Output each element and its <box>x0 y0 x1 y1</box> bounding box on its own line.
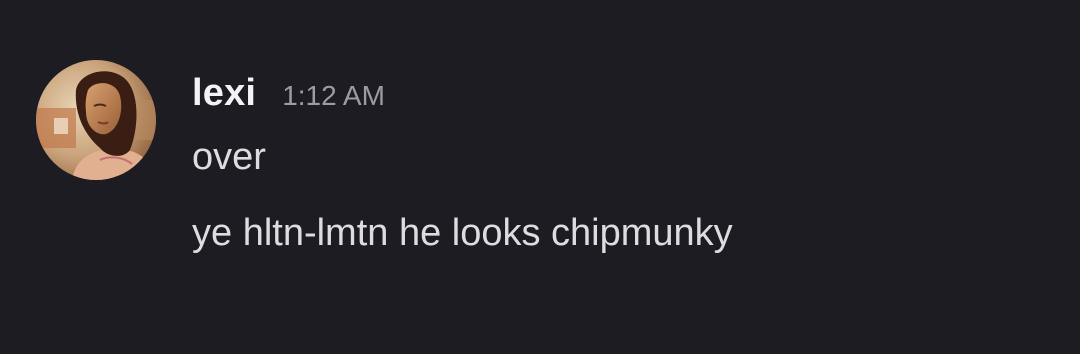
avatar-photo-icon <box>36 60 156 180</box>
message-text: over <box>192 136 266 178</box>
user-avatar[interactable] <box>36 60 156 180</box>
message-group: lexi 1:12 AM over ye hltn-lmtn he looks … <box>0 0 1080 354</box>
username[interactable]: lexi <box>192 72 256 115</box>
message-text: ye hltn-lmtn he looks chipmunky <box>192 212 733 254</box>
message-header: lexi 1:12 AM <box>192 72 385 124</box>
message-timestamp: 1:12 AM <box>282 80 385 111</box>
